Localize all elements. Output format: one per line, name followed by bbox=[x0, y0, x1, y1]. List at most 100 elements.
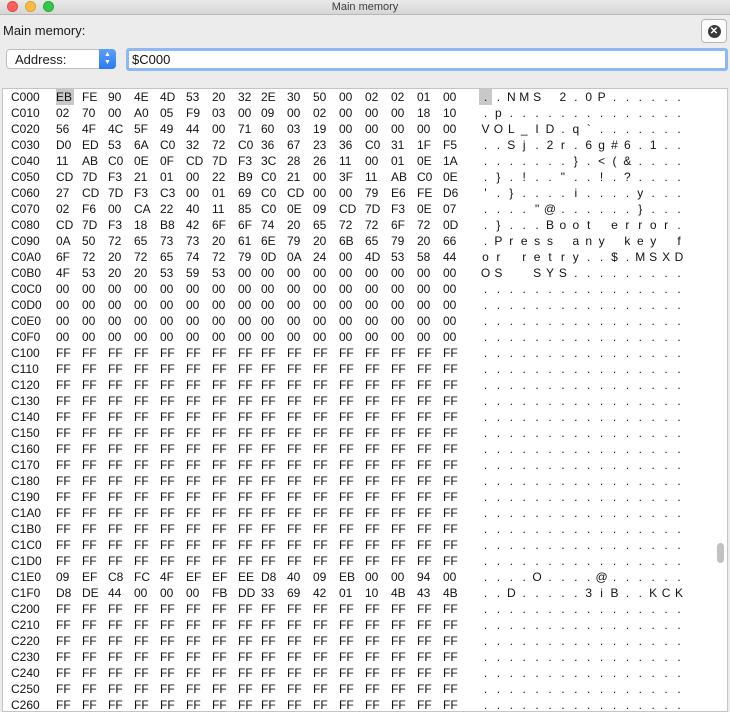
hex-byte[interactable]: FF bbox=[186, 681, 204, 697]
ascii-char[interactable]: . bbox=[608, 393, 621, 409]
hex-byte[interactable]: 00 bbox=[287, 313, 305, 329]
ascii-char[interactable]: . bbox=[569, 601, 582, 617]
ascii-char[interactable]: . bbox=[647, 265, 660, 281]
hex-byte[interactable]: FF bbox=[160, 489, 178, 505]
ascii-char[interactable]: . bbox=[569, 617, 582, 633]
ascii-char[interactable]: . bbox=[608, 313, 621, 329]
ascii-char[interactable]: . bbox=[634, 281, 647, 297]
hex-byte[interactable]: FF bbox=[238, 473, 256, 489]
hex-byte[interactable]: 00 bbox=[261, 281, 279, 297]
ascii-char[interactable]: . bbox=[595, 281, 608, 297]
ascii-char[interactable]: . bbox=[621, 569, 634, 585]
hex-byte[interactable]: FF bbox=[365, 617, 383, 633]
hex-byte[interactable]: FF bbox=[287, 697, 305, 711]
hex-byte[interactable]: FF bbox=[56, 409, 74, 425]
hex-byte[interactable]: FF bbox=[82, 617, 100, 633]
ascii-char[interactable]: . bbox=[595, 633, 608, 649]
ascii-char[interactable]: . bbox=[569, 457, 582, 473]
hex-byte[interactable]: 00 bbox=[365, 313, 383, 329]
ascii-char[interactable]: X bbox=[660, 249, 673, 265]
hex-byte[interactable]: AB bbox=[391, 169, 409, 185]
ascii-char[interactable]: . bbox=[492, 409, 505, 425]
hex-byte[interactable]: 00 bbox=[108, 329, 126, 345]
hex-byte[interactable]: CD bbox=[82, 185, 100, 201]
hex-byte[interactable]: FF bbox=[417, 345, 435, 361]
hex-byte[interactable]: FF bbox=[313, 553, 331, 569]
hex-byte[interactable]: FF bbox=[313, 633, 331, 649]
ascii-char[interactable]: . bbox=[621, 633, 634, 649]
hex-byte[interactable]: 00 bbox=[134, 297, 152, 313]
hex-byte[interactable]: FF bbox=[391, 681, 409, 697]
hex-byte[interactable]: C0 bbox=[160, 137, 178, 153]
hex-byte[interactable]: 00 bbox=[339, 185, 357, 201]
ascii-char[interactable]: . bbox=[518, 313, 531, 329]
hex-byte[interactable]: 00 bbox=[212, 329, 230, 345]
hex-byte[interactable]: FF bbox=[339, 457, 357, 473]
hex-byte[interactable]: 00 bbox=[391, 265, 409, 281]
ascii-char[interactable]: . bbox=[621, 681, 634, 697]
hex-byte[interactable]: FF bbox=[108, 601, 126, 617]
hex-byte[interactable]: FF bbox=[160, 457, 178, 473]
ascii-char[interactable]: . bbox=[673, 617, 686, 633]
hex-byte[interactable]: F3 bbox=[391, 201, 409, 217]
hex-byte[interactable]: 53 bbox=[108, 137, 126, 153]
hex-byte[interactable]: 65 bbox=[160, 249, 178, 265]
ascii-char[interactable]: . bbox=[505, 665, 518, 681]
ascii-char[interactable]: . bbox=[660, 601, 673, 617]
ascii-char[interactable]: . bbox=[492, 297, 505, 313]
hex-byte[interactable]: 00 bbox=[56, 297, 74, 313]
ascii-char[interactable]: . bbox=[595, 121, 608, 137]
ascii-char[interactable]: . bbox=[660, 681, 673, 697]
ascii-char[interactable]: . bbox=[647, 169, 660, 185]
ascii-char[interactable]: i bbox=[569, 185, 582, 201]
ascii-char[interactable]: . bbox=[595, 537, 608, 553]
hex-byte[interactable]: 07 bbox=[443, 201, 461, 217]
hex-byte[interactable]: FF bbox=[238, 377, 256, 393]
ascii-char[interactable]: P bbox=[595, 89, 608, 105]
ascii-char[interactable]: . bbox=[595, 697, 608, 711]
hex-byte[interactable]: FF bbox=[238, 489, 256, 505]
ascii-char[interactable]: . bbox=[660, 329, 673, 345]
hex-byte[interactable]: C8 bbox=[108, 569, 126, 585]
hex-byte[interactable]: FF bbox=[134, 473, 152, 489]
hex-byte[interactable]: 00 bbox=[417, 281, 435, 297]
ascii-char[interactable]: K bbox=[673, 585, 686, 601]
hex-byte[interactable]: 7D bbox=[365, 201, 383, 217]
ascii-char[interactable]: . bbox=[608, 697, 621, 711]
ascii-char[interactable]: . bbox=[673, 89, 686, 105]
ascii-char[interactable]: . bbox=[608, 521, 621, 537]
ascii-char[interactable]: . bbox=[660, 537, 673, 553]
ascii-char[interactable]: . bbox=[492, 393, 505, 409]
ascii-char[interactable]: . bbox=[518, 361, 531, 377]
ascii-char[interactable]: . bbox=[505, 169, 518, 185]
ascii-char[interactable]: . bbox=[556, 665, 569, 681]
hex-byte[interactable]: FF bbox=[261, 457, 279, 473]
ascii-char[interactable]: . bbox=[608, 377, 621, 393]
ascii-char[interactable]: . bbox=[660, 201, 673, 217]
ascii-char[interactable]: . bbox=[531, 393, 544, 409]
ascii-char[interactable]: g bbox=[595, 137, 608, 153]
ascii-char[interactable]: r bbox=[556, 137, 569, 153]
hex-byte[interactable]: 00 bbox=[339, 297, 357, 313]
hex-byte[interactable]: FF bbox=[313, 457, 331, 473]
hex-byte[interactable]: 21 bbox=[287, 169, 305, 185]
hex-byte[interactable]: EF bbox=[186, 569, 204, 585]
hex-byte[interactable]: FF bbox=[339, 361, 357, 377]
ascii-char[interactable]: . bbox=[505, 201, 518, 217]
ascii-char[interactable]: . bbox=[673, 297, 686, 313]
hex-byte[interactable]: FF bbox=[212, 361, 230, 377]
hex-byte[interactable]: FF bbox=[313, 665, 331, 681]
hex-byte[interactable]: 0E bbox=[417, 201, 435, 217]
hex-byte[interactable]: FF bbox=[339, 521, 357, 537]
ascii-char[interactable]: } bbox=[634, 201, 647, 217]
hex-byte[interactable]: 67 bbox=[287, 137, 305, 153]
ascii-char[interactable]: . bbox=[518, 633, 531, 649]
ascii-char[interactable]: . bbox=[544, 425, 557, 441]
ascii-char[interactable]: . bbox=[673, 473, 686, 489]
hex-byte[interactable]: FF bbox=[212, 441, 230, 457]
ascii-char[interactable]: . bbox=[518, 201, 531, 217]
ascii-char[interactable]: . bbox=[647, 105, 660, 121]
hex-byte[interactable]: 00 bbox=[186, 313, 204, 329]
ascii-char[interactable]: . bbox=[673, 537, 686, 553]
ascii-char[interactable]: O bbox=[531, 569, 544, 585]
